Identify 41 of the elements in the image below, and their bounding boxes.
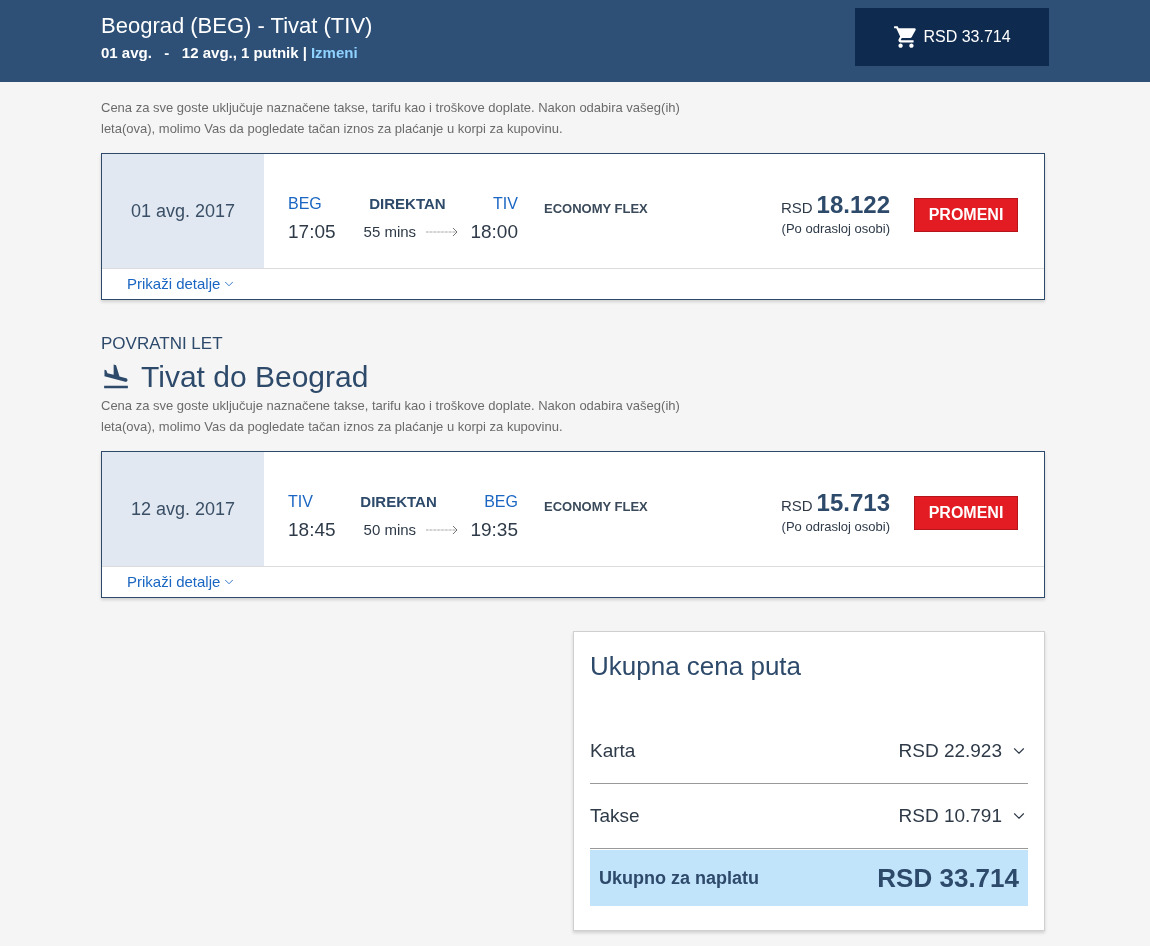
departure-time: 18:45 <box>288 518 336 542</box>
stops-text: DIREKTAN <box>369 194 446 214</box>
trip-dates: 01 avg. - 12 avg., 1 putnik | <box>101 43 307 63</box>
arrival-time: 19:35 <box>470 518 518 542</box>
duration-text: 55 mins <box>363 222 417 242</box>
arrival-time: 18:00 <box>470 220 518 244</box>
flight-date: 01 avg. 2017 <box>130 199 236 223</box>
fare-class: ECONOMY FLEX <box>544 200 648 218</box>
total-amount: RSD 33.714 <box>877 861 1019 895</box>
leg-heading: Tivat do Beograd <box>141 360 369 394</box>
currency-text: RSD <box>780 197 813 218</box>
stops-text: DIREKTAN <box>360 492 437 512</box>
price-row-label: Karta <box>590 738 636 763</box>
details-link[interactable]: Prikaži detalje <box>127 567 237 597</box>
summary-title: Ukupna cena puta <box>590 650 803 682</box>
change-button[interactable]: PROMENI <box>914 496 1018 530</box>
duration-text: 50 mins <box>363 520 417 540</box>
origin-code: BEG <box>288 194 322 214</box>
leg-price: 18.122 <box>816 191 890 218</box>
destination-code: TIV <box>493 194 518 214</box>
fare-class: ECONOMY FLEX <box>544 498 648 516</box>
route-title: Beograd (BEG) - Tivat (TIV) <box>101 12 373 40</box>
details-link[interactable]: Prikaži detalje <box>127 269 237 299</box>
price-per-adult: (Po odrasloj osobi) <box>781 220 890 238</box>
section-label: POVRATNI LET <box>101 334 224 354</box>
price-row-toggle[interactable]: RSD 22.923 <box>898 736 1028 766</box>
origin-code: TIV <box>288 492 313 512</box>
edit-link[interactable]: Izmeni <box>310 42 358 65</box>
currency-text: RSD <box>780 495 813 516</box>
price-row-toggle[interactable]: RSD 10.791 <box>898 801 1028 831</box>
cart-button[interactable]: RSD 33.714 <box>855 8 1049 66</box>
change-button[interactable]: PROMENI <box>914 198 1018 232</box>
destination-code: BEG <box>484 492 518 512</box>
departure-time: 17:05 <box>288 220 336 244</box>
flight-date: 12 avg. 2017 <box>130 497 236 521</box>
price-per-adult: (Po odrasloj osobi) <box>781 518 890 536</box>
price-note-text: Cena za sve goste uključuje naznačene takse, tarifu kao i troškove doplate. Nakon odabira vašeg(ih) leta(ova), molimo Vas da pogledate tačan iznos za plaćanje u korpi za kupovinu. <box>101 397 681 436</box>
price-row-label: Takse <box>590 803 640 828</box>
leg-price: 15.713 <box>816 489 890 516</box>
total-label: Ukupno za naplatu <box>599 866 759 890</box>
price-note-text: Cena za sve goste uključuje naznačene takse, tarifu kao i troškove doplate. Nakon odabira vašeg(ih) leta(ova), molimo Vas da pogledate tačan iznos za plaćanje u korpi za kupovinu. <box>101 99 681 138</box>
